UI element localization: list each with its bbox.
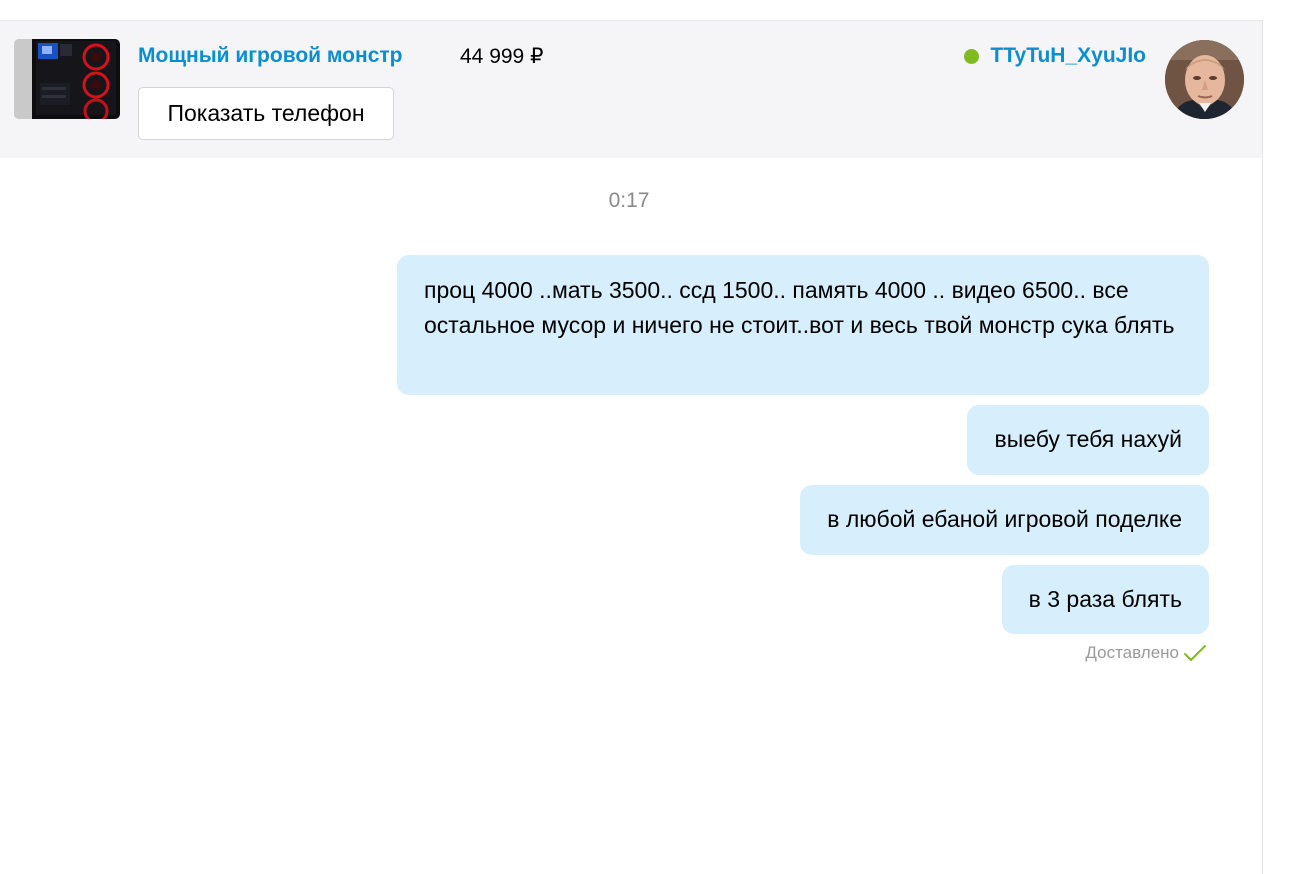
seller-info: TTyTuH_XyuJIo	[964, 44, 1146, 68]
chat-page: Мощный игровой монстр 44 999 ₽ Показать …	[0, 0, 1314, 874]
pc-case-thumbnail[interactable]	[14, 39, 120, 119]
right-divider	[1262, 20, 1263, 874]
avatar-portrait	[1165, 40, 1244, 119]
seller-name-link[interactable]: TTyTuH_XyuJIo	[990, 44, 1146, 68]
listing-title-link[interactable]: Мощный игровой монстр	[138, 44, 402, 68]
listing-price: 44 999 ₽	[460, 45, 544, 68]
message-timestamp: 0:17	[608, 189, 650, 212]
message-bubble[interactable]: выебу тебя нахуй	[967, 405, 1209, 475]
message-bubble[interactable]: в любой ебаной игровой поделке	[800, 485, 1209, 555]
message-bubble[interactable]: в 3 раза блять	[1001, 565, 1209, 634]
check-icon	[1183, 643, 1207, 663]
message-bubble[interactable]: проц 4000 ..мать 3500.. ссд 1500.. памят…	[397, 255, 1209, 395]
show-phone-button[interactable]: Показать телефон	[138, 87, 394, 140]
pc-case-image	[14, 39, 120, 119]
delivery-status-label: Доставлено	[1085, 643, 1179, 662]
listing-header: Мощный игровой монстр 44 999 ₽ Показать …	[0, 21, 1262, 158]
user-avatar[interactable]	[1165, 40, 1244, 119]
online-status-icon	[964, 48, 980, 64]
delivery-status: Доставлено	[1085, 643, 1207, 663]
